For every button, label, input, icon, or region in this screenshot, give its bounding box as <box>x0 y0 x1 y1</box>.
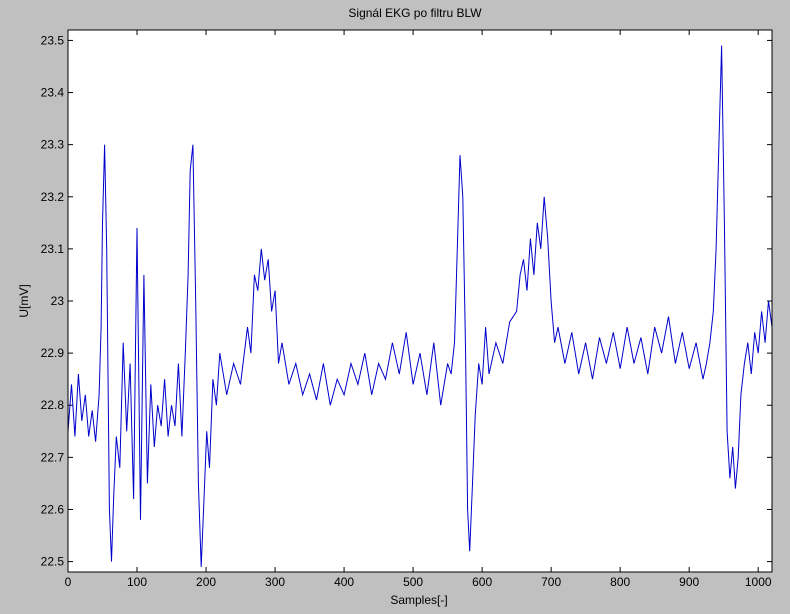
ekg-figure: Signál EKG po filtru BLW 0 100 200 300 400 50… <box>17 6 773 607</box>
x-tick-label: 600 <box>472 575 492 589</box>
x-tick-label: 100 <box>127 575 147 589</box>
chart-title: Signál EKG po filtru BLW <box>348 6 482 20</box>
x-tick-label: 700 <box>541 575 561 589</box>
y-tick-label: 22.8 <box>41 398 65 412</box>
x-tick-label: 800 <box>610 575 630 589</box>
y-tick-label: 22.7 <box>41 450 65 464</box>
x-axis-label: Samples[-] <box>390 593 447 607</box>
x-tick-label: 200 <box>196 575 216 589</box>
x-tick-label: 300 <box>265 575 285 589</box>
y-tick-label: 23.2 <box>41 190 65 204</box>
y-axis-label: U[mV] <box>17 284 31 317</box>
y-tick-label: 23 <box>51 294 65 308</box>
y-tick-label: 23.5 <box>41 33 65 47</box>
y-tick-label: 22.9 <box>41 346 65 360</box>
x-tick-label: 400 <box>334 575 354 589</box>
x-tick-label: 0 <box>65 575 72 589</box>
y-tick-label: 23.3 <box>41 138 65 152</box>
x-tick-label: 500 <box>403 575 423 589</box>
x-tick-label: 900 <box>679 575 699 589</box>
y-tick-label: 23.1 <box>41 242 65 256</box>
y-tick-label: 22.5 <box>41 555 65 569</box>
x-tick-label: 1000 <box>745 575 772 589</box>
plot-area <box>68 30 772 572</box>
y-tick-label: 23.4 <box>41 86 65 100</box>
y-tick-label: 22.6 <box>41 502 65 516</box>
